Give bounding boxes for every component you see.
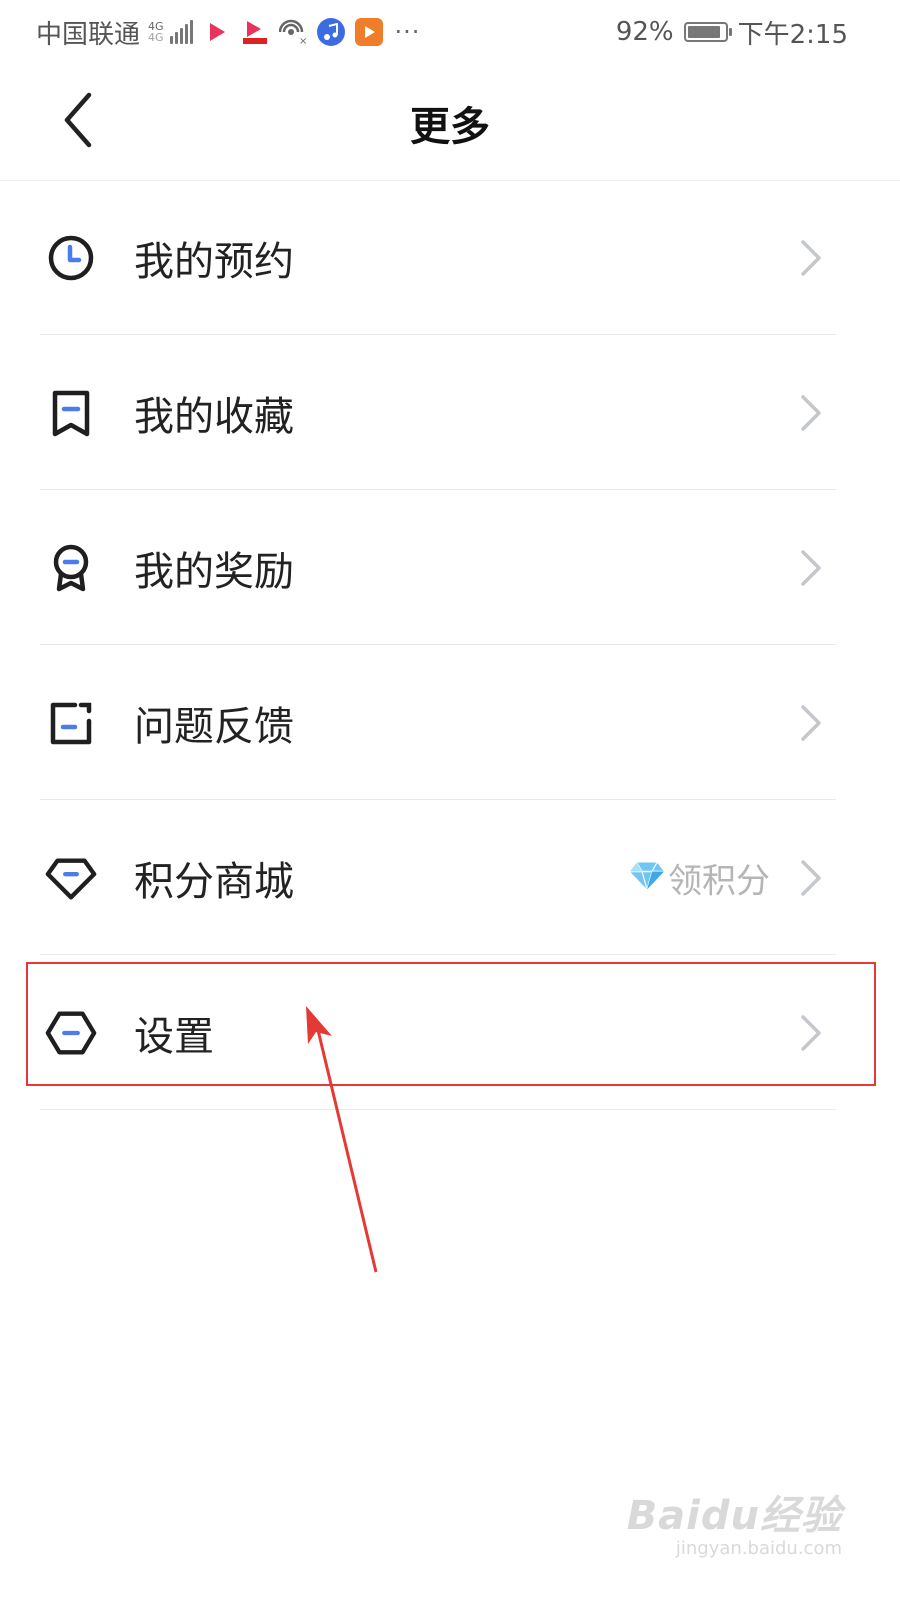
carrier-name: 中国联通 <box>36 19 141 50</box>
watermark-url: jingyan.baidu.com <box>675 1538 842 1559</box>
nav-header: 更多 <box>0 64 900 181</box>
chevron-right-icon <box>796 703 826 743</box>
menu-item-label: 设置 <box>134 1013 214 1060</box>
earn-points-link[interactable]: 领积分 <box>628 853 770 902</box>
status-bar: 中国联通 4G 4G × ··· 92% 下午2:15 <box>0 0 900 64</box>
page-title: 更多 <box>410 104 490 150</box>
chevron-right-icon <box>796 858 826 898</box>
menu-item-rewards[interactable]: 我的奖励 <box>0 490 900 645</box>
svg-text:×: × <box>299 36 307 46</box>
battery-percent: 92% <box>615 17 674 47</box>
hotspot-icon: × <box>278 18 307 46</box>
battery-icon <box>683 22 732 42</box>
menu-item-label: 我的收藏 <box>134 393 294 440</box>
menu-item-points-mall[interactable]: 积分商城 领积分 <box>0 800 900 955</box>
menu-item-label: 我的预约 <box>134 238 294 285</box>
hexagon-settings-icon <box>44 1006 98 1060</box>
award-medal-icon <box>44 541 98 595</box>
clock: 下午2:15 <box>737 19 848 50</box>
menu-item-feedback[interactable]: 问题反馈 <box>0 645 900 800</box>
youku-icon <box>203 18 231 46</box>
menu-item-label: 我的奖励 <box>134 548 294 595</box>
menu-item-favorites[interactable]: 我的收藏 <box>0 335 900 490</box>
music-icon <box>316 18 345 46</box>
more-notifications-icon: ··· <box>394 18 421 46</box>
player-icon <box>354 18 383 46</box>
diamond-icon <box>44 851 98 905</box>
menu-item-label: 积分商城 <box>134 858 294 905</box>
watermark-logo: Baidu经验 <box>626 1493 842 1539</box>
clock-icon <box>44 231 98 285</box>
blue-gem-icon <box>628 860 666 896</box>
bookmark-icon <box>44 386 98 440</box>
chevron-right-icon <box>796 1013 826 1053</box>
menu-item-settings[interactable]: 设置 <box>0 955 900 1110</box>
earn-points-text: 领积分 <box>668 861 770 901</box>
menu-item-label: 问题反馈 <box>134 703 294 750</box>
watermark: Baidu经验 jingyan.baidu.com <box>627 1494 842 1560</box>
signal-strength-icon <box>169 20 193 44</box>
feedback-edit-icon <box>44 696 98 750</box>
menu-item-reservations[interactable]: 我的预约 <box>0 180 900 335</box>
network-type-indicator: 4G 4G <box>148 21 164 43</box>
video-app-icon <box>241 18 269 46</box>
settings-menu-list: 我的预约 我的收藏 我的奖励 问题反馈 积分商城 领积分 设置 <box>0 180 900 1110</box>
chevron-right-icon <box>796 238 826 278</box>
divider <box>40 1109 836 1110</box>
chevron-right-icon <box>796 393 826 433</box>
network-sub-label: 4G <box>148 31 164 44</box>
chevron-right-icon <box>796 548 826 588</box>
